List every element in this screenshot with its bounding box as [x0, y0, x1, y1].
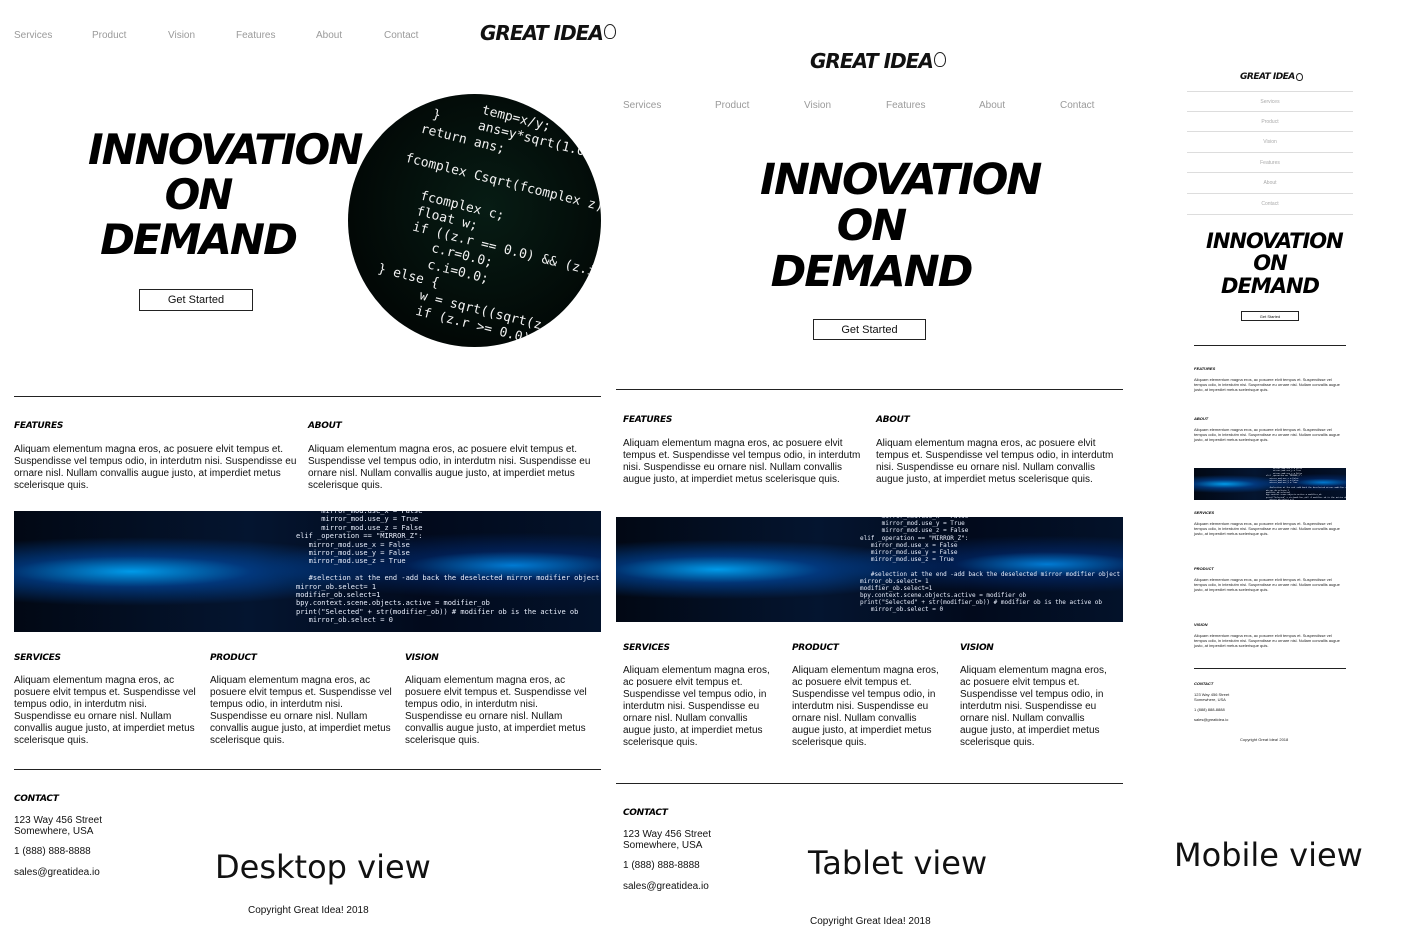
contact-phone[interactable]: 1 (888) 888-8888: [1194, 707, 1225, 712]
contact-heading: CONTACT: [623, 808, 668, 818]
logo-text: GREAT IDEA: [1240, 72, 1295, 82]
logo-text: GREAT IDEA: [480, 21, 604, 45]
services-text: Aliquam elementum magna eros, ac posuere…: [14, 675, 196, 746]
divider: [616, 389, 1123, 390]
about-heading: ABOUT: [1194, 416, 1209, 421]
nav-features[interactable]: Features: [886, 100, 925, 111]
copyright: Copyright Great Idea! 2018: [248, 905, 369, 916]
divider: [14, 396, 601, 397]
about-text: Aliquam elementum magna eros, ac posuere…: [1194, 427, 1340, 442]
features-text: Aliquam elementum magna eros, ac posuere…: [1194, 377, 1340, 392]
nav-vision[interactable]: Vision: [168, 30, 195, 41]
tablet-caption: Tablet view: [808, 844, 988, 882]
get-started-button[interactable]: Get Started: [139, 289, 253, 311]
code-banner-image: mirror_mod.use_x = False mirror_mod.use_…: [14, 511, 601, 632]
contact-email[interactable]: sales@greatidea.io: [1194, 717, 1228, 722]
mobile-nav-contact[interactable]: Contact: [1187, 193, 1353, 215]
features-text: Aliquam elementum magna eros, ac posuere…: [14, 444, 297, 491]
mobile-caption: Mobile view: [1174, 836, 1363, 874]
divider: [14, 769, 601, 770]
logo[interactable]: GREAT IDEA: [1240, 72, 1303, 82]
contact-email[interactable]: sales@greatidea.io: [623, 881, 709, 893]
product-text: Aliquam elementum magna eros, ac posuere…: [792, 665, 939, 748]
about-text: Aliquam elementum magna eros, ac posuere…: [308, 444, 591, 491]
product-text: Aliquam elementum magna eros, ac posuere…: [1194, 577, 1340, 592]
nav-product[interactable]: Product: [715, 100, 749, 111]
lightbulb-icon: [933, 52, 946, 67]
mobile-nav-features[interactable]: Features: [1187, 152, 1353, 173]
services-heading: SERVICES: [1194, 510, 1215, 515]
vision-text: Aliquam elementum magna eros, ac posuere…: [405, 675, 587, 746]
copyright: Copyright Great Idea! 2018: [810, 916, 931, 927]
vision-text: Aliquam elementum magna eros, ac posuere…: [1194, 633, 1340, 648]
features-heading: FEATURES: [14, 421, 64, 431]
product-text: Aliquam elementum magna eros, ac posuere…: [210, 675, 392, 746]
mobile-nav-vision[interactable]: Vision: [1187, 131, 1353, 153]
desktop-caption: Desktop view: [215, 848, 431, 886]
nav-contact[interactable]: Contact: [1060, 100, 1094, 111]
services-text: Aliquam elementum magna eros, ac posuere…: [1194, 521, 1340, 536]
features-heading: FEATURES: [623, 415, 673, 425]
mobile-nav-about[interactable]: About: [1187, 172, 1353, 194]
contact-email[interactable]: sales@greatidea.io: [14, 867, 100, 879]
divider: [1194, 345, 1346, 346]
nav-about[interactable]: About: [316, 30, 342, 41]
logo[interactable]: GREAT IDEA: [480, 21, 616, 45]
get-started-button[interactable]: Get Started: [1241, 311, 1299, 321]
contact-phone[interactable]: 1 (888) 888-8888: [623, 860, 700, 872]
vision-heading: VISION: [405, 653, 439, 663]
logo-text: GREAT IDEA: [810, 49, 934, 73]
nav-product[interactable]: Product: [92, 30, 126, 41]
about-heading: ABOUT: [308, 421, 342, 431]
vision-text: Aliquam elementum magna eros, ac posuere…: [960, 665, 1107, 748]
features-heading: FEATURES: [1194, 366, 1216, 371]
nav-vision[interactable]: Vision: [804, 100, 831, 111]
copyright: Copyright Great Idea! 2018: [1240, 737, 1289, 742]
code-banner-image: mirror_mod.use_x = False mirror_mod.use_…: [616, 517, 1123, 622]
vision-heading: VISION: [960, 643, 994, 653]
lightbulb-icon: [1295, 73, 1303, 81]
hero-title: INNOVATION ON DEMAND: [1206, 229, 1344, 298]
nav-about[interactable]: About: [979, 100, 1005, 111]
divider: [1194, 668, 1346, 669]
code-circle-image: temp=x/y; } ans=y*sqrt(1.0+temp* return …: [348, 94, 601, 347]
divider: [616, 783, 1123, 784]
nav-features[interactable]: Features: [236, 30, 275, 41]
hero-title: INNOVATION ON DEMAND: [760, 155, 1042, 297]
lightbulb-icon: [603, 24, 616, 39]
contact-city: Somewhere, USA: [1194, 697, 1226, 702]
contact-heading: CONTACT: [1194, 681, 1214, 686]
services-heading: SERVICES: [14, 653, 61, 663]
logo[interactable]: GREAT IDEA: [810, 49, 946, 73]
product-heading: PRODUCT: [792, 643, 839, 653]
about-heading: ABOUT: [876, 415, 910, 425]
get-started-button[interactable]: Get Started: [813, 319, 926, 340]
mobile-nav-services[interactable]: Services: [1187, 91, 1353, 112]
services-text: Aliquam elementum magna eros, ac posuere…: [623, 665, 770, 748]
vision-heading: VISION: [1194, 622, 1208, 627]
nav-services[interactable]: Services: [14, 30, 52, 41]
contact-city: Somewhere, USA: [623, 840, 703, 851]
product-heading: PRODUCT: [210, 653, 257, 663]
nav-contact[interactable]: Contact: [384, 30, 418, 41]
product-heading: PRODUCT: [1194, 566, 1214, 571]
contact-phone[interactable]: 1 (888) 888-8888: [14, 846, 91, 858]
mobile-nav-product[interactable]: Product: [1187, 111, 1353, 132]
nav-services[interactable]: Services: [623, 100, 661, 111]
code-banner-image: mirror_mod.use_x = False mirror_mod.use_…: [1194, 468, 1346, 500]
hero-title: INNOVATION ON DEMAND: [88, 125, 363, 264]
contact-heading: CONTACT: [14, 794, 59, 804]
contact-city: Somewhere, USA: [14, 826, 94, 837]
features-text: Aliquam elementum magna eros, ac posuere…: [623, 438, 861, 485]
about-text: Aliquam elementum magna eros, ac posuere…: [876, 438, 1114, 485]
services-heading: SERVICES: [623, 643, 670, 653]
